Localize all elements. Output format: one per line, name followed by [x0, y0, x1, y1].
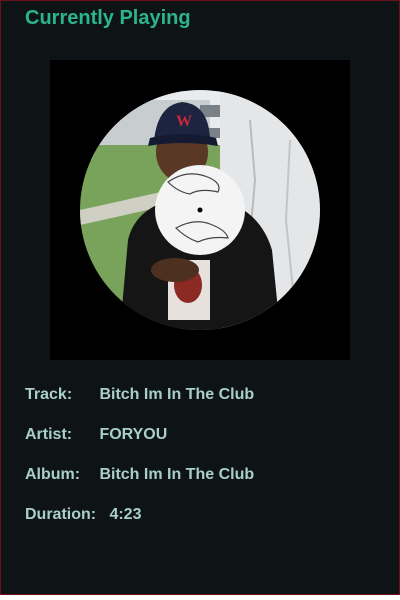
duration-row: Duration: 4:23: [25, 506, 141, 524]
track-row: Track: Bitch Im In The Club: [25, 386, 254, 404]
artist-label: Artist:: [25, 426, 73, 443]
player-panel: Currently Playing W Track: Bitch Im In T…: [0, 0, 400, 595]
track-label: Track:: [25, 386, 73, 403]
album-value: Bitch Im In The Club: [99, 466, 255, 483]
album-label: Album:: [25, 466, 81, 483]
page-title: Currently Playing: [25, 7, 191, 29]
vinyl-record-image: W: [80, 90, 320, 330]
album-row: Album: Bitch Im In The Club: [25, 466, 254, 484]
svg-text:W: W: [176, 113, 192, 130]
track-value: Bitch Im In The Club: [99, 386, 255, 403]
artist-value: FORYOU: [99, 426, 168, 443]
artist-row: Artist: FORYOU: [25, 426, 167, 444]
duration-label: Duration:: [25, 506, 97, 523]
album-art: W: [50, 60, 350, 360]
duration-value: 4:23: [109, 506, 142, 523]
